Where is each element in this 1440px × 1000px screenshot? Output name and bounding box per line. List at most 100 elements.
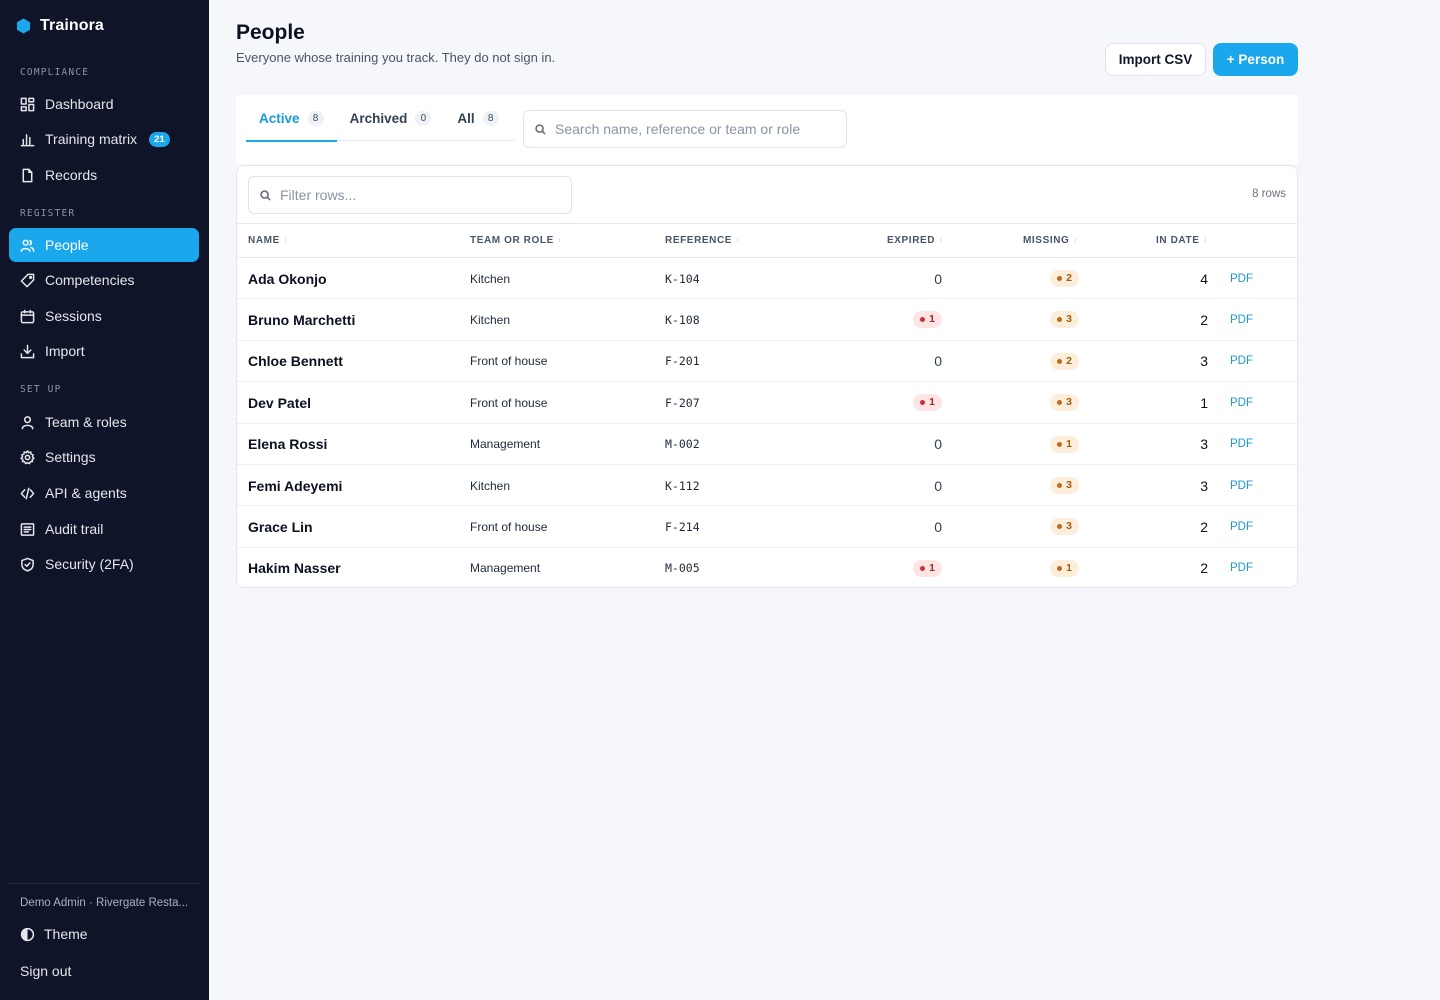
tab-all[interactable]: All 8 — [444, 95, 511, 141]
reference-code: F-214 — [665, 519, 700, 534]
sidebar-item-records[interactable]: Records — [9, 158, 199, 192]
expired-cell: 0 — [934, 506, 942, 547]
table-row[interactable]: Femi Adeyemi Kitchen K-112 0 3 3 PDF — [237, 465, 1297, 507]
column-label: REFERENCE — [665, 235, 733, 246]
person-name[interactable]: Elena Rossi — [248, 424, 327, 465]
list-icon — [20, 522, 35, 537]
person-name[interactable]: Hakim Nasser — [248, 548, 341, 587]
theme-toggle[interactable]: Theme — [20, 926, 88, 942]
column-header-expired[interactable]: EXPIRED ↕ — [887, 235, 943, 246]
add-person-button[interactable]: + Person — [1213, 43, 1298, 76]
missing-cell: 2 — [1050, 341, 1079, 382]
sidebar-item-label: People — [45, 237, 89, 253]
sidebar-item-competencies[interactable]: Competencies — [9, 263, 199, 297]
column-header-in-date[interactable]: IN DATE ↕ — [1156, 235, 1208, 246]
pdf-link[interactable]: PDF — [1230, 299, 1253, 340]
team-or-role: Kitchen — [470, 478, 511, 493]
page-title: People — [236, 21, 305, 44]
sidebar-item-label: Audit trail — [45, 521, 104, 537]
person-name[interactable]: Chloe Bennett — [248, 341, 343, 382]
tab-label: All — [457, 110, 475, 126]
column-header-team[interactable]: TEAM OR ROLE ↕ — [470, 235, 562, 246]
sidebar-item-people[interactable]: People — [9, 228, 199, 262]
expired-cell: 0 — [934, 465, 942, 506]
filter-input[interactable] — [280, 187, 560, 203]
status-dot-icon — [920, 400, 926, 406]
pdf-link[interactable]: PDF — [1230, 548, 1253, 587]
sidebar-item-label: API & agents — [45, 485, 127, 501]
missing-cell: 3 — [1050, 382, 1079, 423]
table-row[interactable]: Hakim Nasser Management M-005 1 1 2 PDF — [237, 548, 1297, 587]
sidebar-item-audit-trail[interactable]: Audit trail — [9, 512, 199, 546]
missing-pill: 1 — [1050, 559, 1079, 577]
code-icon — [20, 486, 35, 501]
table-row[interactable]: Grace Lin Front of house F-214 0 3 2 PDF — [237, 506, 1297, 548]
sidebar-item-training-matrix[interactable]: Training matrix 21 — [9, 122, 199, 156]
tabs-panel: Active 8 Archived 0 All 8 — [236, 95, 1298, 164]
in-date-count: 3 — [1200, 353, 1208, 370]
person-name[interactable]: Ada Okonjo — [248, 258, 327, 299]
people-icon — [20, 238, 35, 253]
sidebar-item-label: Competencies — [45, 272, 135, 288]
pdf-link[interactable]: PDF — [1230, 506, 1253, 547]
missing-count: 3 — [1066, 396, 1072, 409]
sort-icon: ↕ — [1073, 237, 1078, 244]
current-user: Demo Admin · Rivergate Resta... — [20, 897, 189, 909]
pdf-link[interactable]: PDF — [1230, 258, 1253, 299]
sidebar-item-security[interactable]: Security (2FA) — [9, 547, 199, 581]
expired-pill: 1 — [913, 311, 942, 329]
pdf-link[interactable]: PDF — [1230, 341, 1253, 382]
column-header-missing[interactable]: MISSING ↕ — [1023, 235, 1078, 246]
pdf-link[interactable]: PDF — [1230, 424, 1253, 465]
pdf-link[interactable]: PDF — [1230, 382, 1253, 423]
reference-code: F-207 — [665, 395, 700, 410]
sidebar-item-sessions[interactable]: Sessions — [9, 299, 199, 333]
people-table: 8 rows NAME↕ TEAM OR ROLE↕ REFERENCE↕ EX… — [236, 165, 1298, 588]
sidebar-item-label: Training matrix — [45, 131, 138, 147]
column-header-reference[interactable]: REFERENCE ↕ — [665, 235, 740, 246]
status-dot-icon — [1057, 441, 1063, 447]
tab-archived[interactable]: Archived 0 — [337, 95, 445, 141]
sidebar-item-label: Import — [45, 343, 85, 359]
person-name[interactable]: Grace Lin — [248, 506, 313, 547]
search-input[interactable] — [555, 121, 835, 137]
table-row[interactable]: Ada Okonjo Kitchen K-104 0 2 4 PDF — [237, 258, 1297, 300]
brand-name: Trainora — [40, 17, 104, 34]
sign-out-link[interactable]: Sign out — [20, 963, 71, 979]
status-dot-icon — [1057, 565, 1063, 571]
person-name[interactable]: Bruno Marchetti — [248, 299, 355, 340]
table-row[interactable]: Elena Rossi Management M-002 0 1 3 PDF — [237, 424, 1297, 465]
in-date-count: 3 — [1200, 477, 1208, 494]
person-name[interactable]: Femi Adeyemi — [248, 465, 342, 506]
search-field[interactable] — [523, 110, 847, 148]
table-row[interactable]: Bruno Marchetti Kitchen K-108 1 3 2 PDF — [237, 299, 1297, 341]
sidebar: Trainora COMPLIANCE Dashboard Training m… — [0, 0, 209, 1000]
brand[interactable]: Trainora — [16, 17, 104, 35]
sidebar-item-import[interactable]: Import — [9, 334, 199, 368]
filter-field[interactable] — [248, 176, 572, 214]
import-csv-button[interactable]: Import CSV — [1105, 43, 1206, 76]
calendar-icon — [20, 309, 35, 324]
sidebar-item-dashboard[interactable]: Dashboard — [9, 87, 199, 121]
sidebar-item-team-roles[interactable]: Team & roles — [9, 405, 199, 439]
missing-count: 1 — [1066, 437, 1072, 450]
column-header-name[interactable]: NAME ↕ — [248, 235, 288, 246]
team-or-role: Front of house — [470, 519, 548, 534]
table-row[interactable]: Dev Patel Front of house F-207 1 3 1 PDF — [237, 382, 1297, 424]
user-icon — [20, 415, 35, 430]
reference-code: K-104 — [665, 271, 700, 286]
team-or-role: Front of house — [470, 395, 548, 410]
column-label: TEAM OR ROLE — [470, 235, 554, 246]
in-date-count: 2 — [1200, 518, 1208, 535]
sidebar-item-api-agents[interactable]: API & agents — [9, 476, 199, 510]
sidebar-item-label: Team & roles — [45, 414, 127, 430]
table-row[interactable]: Chloe Bennett Front of house F-201 0 2 3 PDF — [237, 341, 1297, 383]
expired-count: 0 — [934, 518, 942, 535]
person-name[interactable]: Dev Patel — [248, 382, 311, 423]
row-count: 8 rows — [1252, 188, 1286, 200]
file-icon — [20, 168, 35, 183]
pdf-link[interactable]: PDF — [1230, 465, 1253, 506]
tab-active[interactable]: Active 8 — [246, 95, 337, 142]
sidebar-item-settings[interactable]: Settings — [9, 440, 199, 474]
expired-cell: 1 — [913, 382, 942, 423]
